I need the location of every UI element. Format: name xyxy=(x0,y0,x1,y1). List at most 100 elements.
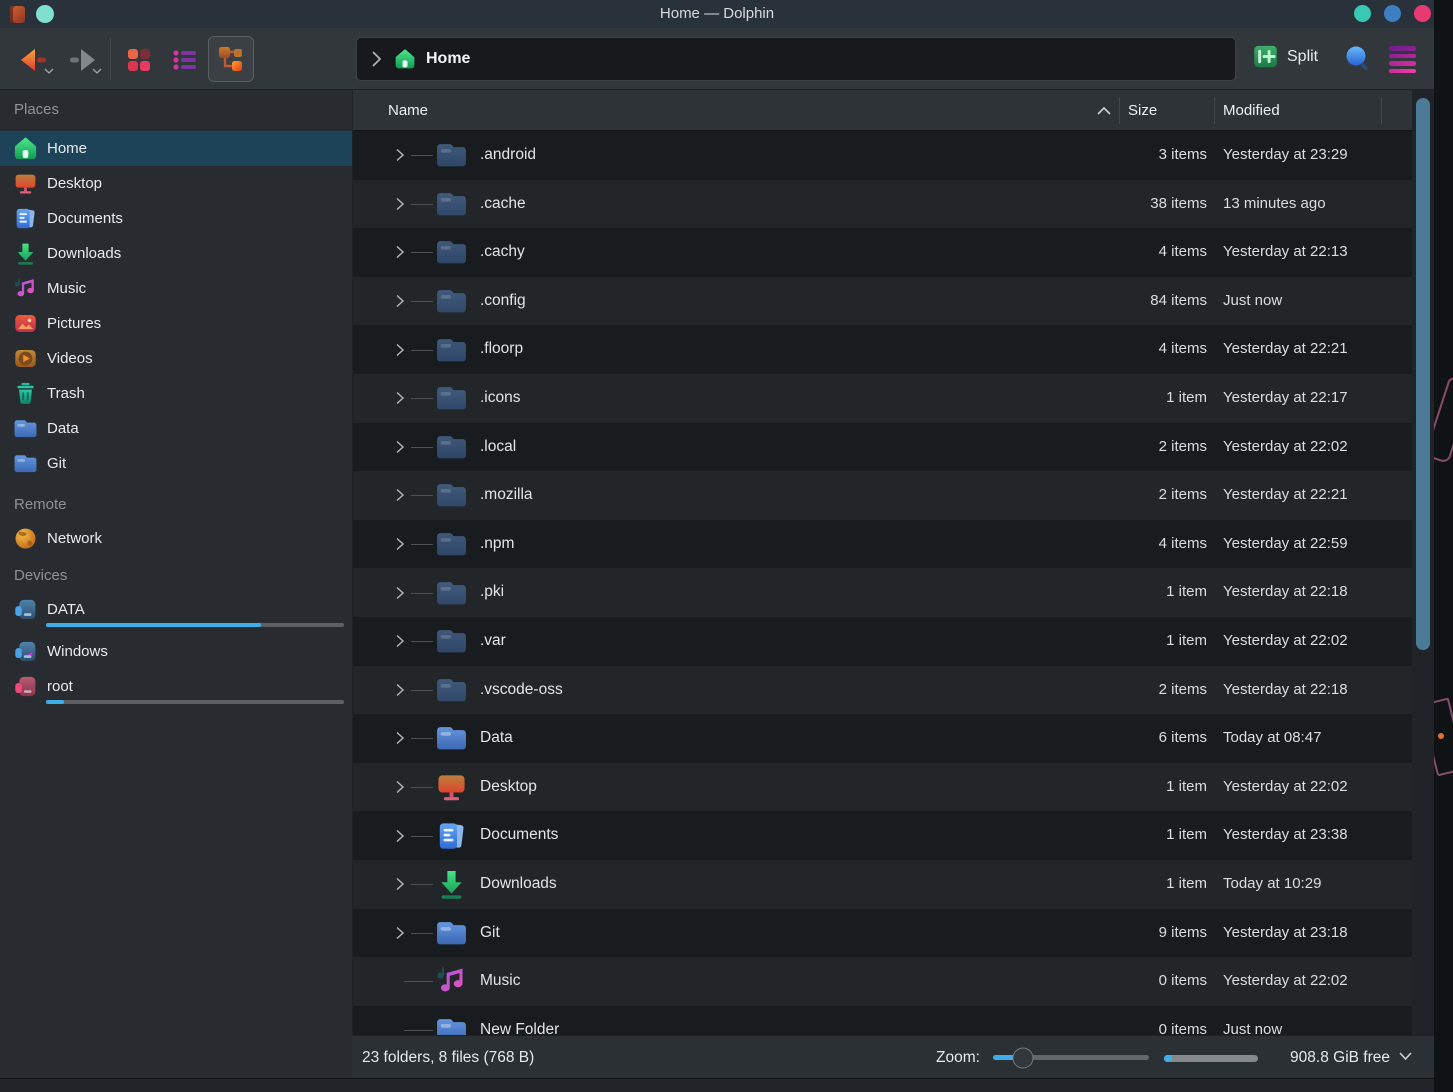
file-row-dot-android[interactable]: .android3 itemsYesterday at 23:29 xyxy=(353,131,1412,180)
file-name[interactable]: .android xyxy=(480,131,536,180)
expand-chevron-icon[interactable] xyxy=(395,294,405,309)
file-name[interactable]: .npm xyxy=(480,520,514,569)
sidebar-item-network[interactable]: Network xyxy=(0,521,352,556)
icons-view-button[interactable] xyxy=(118,44,160,76)
file-row-downloads[interactable]: Downloads1 itemToday at 10:29 xyxy=(353,860,1412,909)
scrollbar-thumb[interactable] xyxy=(1416,98,1430,650)
file-name[interactable]: .cache xyxy=(480,180,526,229)
sidebar-item-downloads[interactable]: Downloads xyxy=(0,236,352,271)
file-name[interactable]: .mozilla xyxy=(480,471,533,520)
sidebar-item-desktop[interactable]: Desktop xyxy=(0,166,352,201)
titlebar[interactable]: Home — Dolphin xyxy=(0,0,1434,28)
expand-chevron-icon[interactable] xyxy=(395,634,405,649)
zoom-slider-handle[interactable] xyxy=(1013,1047,1034,1068)
file-row-dot-floorp[interactable]: .floorp4 itemsYesterday at 22:21 xyxy=(353,325,1412,374)
scrollbar-track[interactable] xyxy=(1412,90,1434,1035)
file-name[interactable]: .cachy xyxy=(480,228,525,277)
file-row-new-folder[interactable]: New Folder0 itemsJust now xyxy=(353,1006,1412,1035)
file-row-dot-cachy[interactable]: .cachy4 itemsYesterday at 22:13 xyxy=(353,228,1412,277)
file-row-dot-local[interactable]: .local2 itemsYesterday at 22:02 xyxy=(353,423,1412,472)
sidebar-item-pictures[interactable]: Pictures xyxy=(0,306,352,341)
expand-chevron-icon[interactable] xyxy=(395,196,405,211)
file-row-dot-pki[interactable]: .pki1 itemYesterday at 22:18 xyxy=(353,568,1412,617)
compact-view-button[interactable] xyxy=(164,44,206,76)
expand-chevron-icon[interactable] xyxy=(395,245,405,260)
menu-button[interactable] xyxy=(1389,46,1416,73)
sidebar-item-videos[interactable]: Videos xyxy=(0,341,352,376)
file-name[interactable]: Music xyxy=(480,957,520,1006)
sidebar-item-trash[interactable]: Trash xyxy=(0,376,352,411)
chevron-right-icon xyxy=(371,50,382,68)
file-name[interactable]: Downloads xyxy=(480,860,557,909)
expand-chevron-icon[interactable] xyxy=(395,925,405,940)
sidebar-item-data[interactable]: DATA xyxy=(0,592,352,634)
file-row-dot-vscode-oss[interactable]: .vscode-oss2 itemsYesterday at 22:18 xyxy=(353,666,1412,715)
forward-button[interactable] xyxy=(60,42,104,78)
file-name[interactable]: Desktop xyxy=(480,763,537,812)
sidebar-item-windows[interactable]: Windows xyxy=(0,634,352,669)
file-name[interactable]: Documents xyxy=(480,811,558,860)
back-button[interactable] xyxy=(12,42,56,78)
chevron-down-icon[interactable] xyxy=(1398,1051,1413,1061)
column-header-size[interactable]: Size xyxy=(1128,90,1157,131)
file-row-dot-config[interactable]: .config84 itemsJust now xyxy=(353,277,1412,326)
expand-chevron-icon[interactable] xyxy=(395,148,405,163)
file-name[interactable]: Data xyxy=(480,714,513,763)
file-row-git[interactable]: Git9 itemsYesterday at 23:18 xyxy=(353,909,1412,958)
column-header-name[interactable]: Name xyxy=(388,90,428,131)
expand-chevron-icon[interactable] xyxy=(395,439,405,454)
tree-branch-line xyxy=(411,544,433,545)
split-icon xyxy=(1252,43,1279,70)
expand-chevron-icon[interactable] xyxy=(395,585,405,600)
expand-chevron-icon[interactable] xyxy=(395,828,405,843)
downloads-icon xyxy=(13,241,38,266)
zoom-slider[interactable] xyxy=(993,1055,1149,1060)
split-button-label: Split xyxy=(1287,48,1318,66)
expand-chevron-icon[interactable] xyxy=(395,682,405,697)
sidebar-item-documents[interactable]: Documents xyxy=(0,201,352,236)
maximize-button[interactable] xyxy=(1384,5,1401,22)
expand-chevron-icon[interactable] xyxy=(395,488,405,503)
file-row-dot-icons[interactable]: .icons1 itemYesterday at 22:17 xyxy=(353,374,1412,423)
file-size: 1 item xyxy=(953,374,1207,423)
file-row-desktop[interactable]: Desktop1 itemYesterday at 22:02 xyxy=(353,763,1412,812)
file-row-documents[interactable]: Documents1 itemYesterday at 23:38 xyxy=(353,811,1412,860)
sidebar-item-home[interactable]: Home xyxy=(0,131,352,166)
expand-chevron-icon[interactable] xyxy=(395,342,405,357)
sidebar-item-git[interactable]: Git xyxy=(0,446,352,481)
file-name[interactable]: .vscode-oss xyxy=(480,666,563,715)
location-bar[interactable]: Home xyxy=(356,37,1236,81)
breadcrumb[interactable]: Home xyxy=(426,50,470,68)
file-row-dot-var[interactable]: .var1 itemYesterday at 22:02 xyxy=(353,617,1412,666)
file-row-dot-cache[interactable]: .cache38 items13 minutes ago xyxy=(353,180,1412,229)
minimize-button[interactable] xyxy=(1354,5,1371,22)
file-name[interactable]: .local xyxy=(480,423,516,472)
file-name[interactable]: New Folder xyxy=(480,1006,559,1035)
sidebar-item-music[interactable]: Music xyxy=(0,271,352,306)
expand-chevron-icon[interactable] xyxy=(395,877,405,892)
expand-chevron-icon[interactable] xyxy=(395,780,405,795)
split-button[interactable]: Split xyxy=(1252,43,1318,70)
file-name[interactable]: .config xyxy=(480,277,526,326)
column-header-modified[interactable]: Modified xyxy=(1223,90,1280,131)
search-button[interactable] xyxy=(1343,44,1373,79)
close-button[interactable] xyxy=(1414,5,1431,22)
file-row-dot-mozilla[interactable]: .mozilla2 itemsYesterday at 22:21 xyxy=(353,471,1412,520)
sidebar-item-label: Windows xyxy=(47,643,108,660)
compact-view-icon xyxy=(171,46,199,74)
sidebar-item-root[interactable]: root xyxy=(0,669,352,711)
expand-chevron-icon[interactable] xyxy=(395,731,405,746)
file-name[interactable]: .icons xyxy=(480,374,521,423)
details-view-button[interactable] xyxy=(208,36,254,82)
file-name[interactable]: .pki xyxy=(480,568,504,617)
file-name[interactable]: .var xyxy=(480,617,506,666)
expand-chevron-icon[interactable] xyxy=(395,391,405,406)
sidebar-item-data[interactable]: Data xyxy=(0,411,352,446)
file-name[interactable]: Git xyxy=(480,909,500,958)
file-name[interactable]: .floorp xyxy=(480,325,523,374)
drive-windows-icon xyxy=(13,639,38,664)
expand-chevron-icon[interactable] xyxy=(395,537,405,552)
file-row-music[interactable]: Music0 itemsYesterday at 22:02 xyxy=(353,957,1412,1006)
file-row-data[interactable]: Data6 itemsToday at 08:47 xyxy=(353,714,1412,763)
file-row-dot-npm[interactable]: .npm4 itemsYesterday at 22:59 xyxy=(353,520,1412,569)
